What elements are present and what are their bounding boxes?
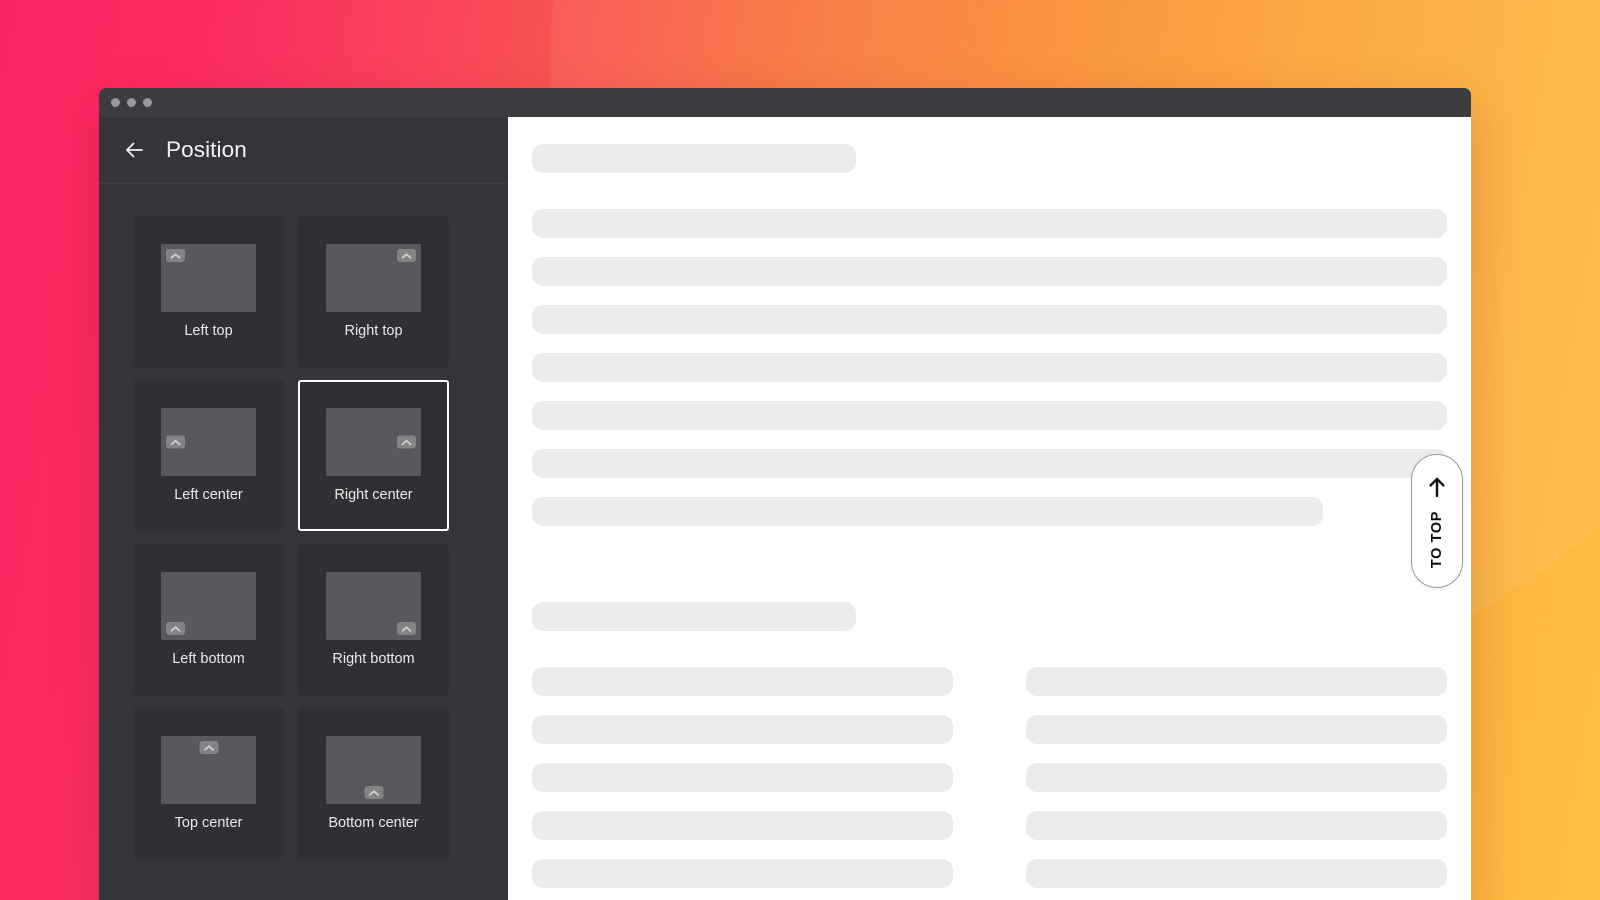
chevron-up-icon [166,249,185,263]
sidebar-scroll-area[interactable]: Left top Right top Left center Right center… [99,184,508,900]
position-card-label: Top center [174,815,243,832]
skeleton-text-bar [1026,667,1447,696]
position-card-top-center[interactable]: Top center [133,708,284,859]
position-card-label: Left center [174,487,243,504]
position-preview-thumbnail [161,244,256,313]
chevron-up-icon [166,435,185,449]
app-window: Position Left top Right top Left center Rig… [99,88,1471,900]
arrow-up-icon [1428,476,1446,503]
skeleton-text-bar [532,763,953,792]
skeleton-heading-bar [532,144,856,173]
position-card-label: Left bottom [172,651,245,668]
position-card-bottom-center[interactable]: Bottom center [298,708,449,859]
skeleton-text-bar-short [532,497,1323,526]
position-card-label: Right top [344,323,403,340]
arrow-left-icon [122,138,146,162]
window-body: Position Left top Right top Left center Rig… [99,117,1471,900]
page-title: Position [166,136,247,162]
two-column-skeleton [532,667,1447,900]
close-dot[interactable] [111,98,120,107]
skeleton-text-bar [532,305,1447,334]
position-card-right-bottom[interactable]: Right bottom [298,544,449,695]
chevron-up-icon [166,622,185,636]
to-top-button[interactable]: TO TOP [1411,454,1463,588]
back-button[interactable] [121,137,147,163]
position-card-left-center[interactable]: Left center [133,380,284,531]
position-card-left-bottom[interactable]: Left bottom [133,544,284,695]
skeleton-text-bar [532,401,1447,430]
skeleton-text-bar [532,209,1447,238]
minimize-dot[interactable] [127,98,136,107]
sidebar-header: Position [99,117,508,184]
position-card-right-center[interactable]: Right center [298,380,449,531]
maximize-dot[interactable] [143,98,152,107]
skeleton-text-bar [532,715,953,744]
chevron-up-icon [397,435,416,449]
position-preview-thumbnail [326,408,421,477]
chevron-up-icon [397,249,416,263]
skeleton-text-bar [532,859,953,888]
window-titlebar [99,88,1471,117]
skeleton-text-bar [532,257,1447,286]
chevron-up-icon [199,741,218,755]
chevron-up-icon [397,622,416,636]
skeleton-heading-bar [532,602,856,631]
position-preview-thumbnail [326,572,421,641]
position-card-label: Left top [184,323,233,340]
content-preview-area: TO TOP [508,117,1471,900]
skeleton-text-bar [532,449,1447,478]
skeleton-text-bar [1026,763,1447,792]
position-card-label: Right bottom [332,651,415,668]
skeleton-text-bar [532,353,1447,382]
skeleton-column-left [532,667,953,900]
skeleton-text-bar [1026,715,1447,744]
skeleton-column-right [1026,667,1447,900]
position-preview-thumbnail [161,572,256,641]
position-preview-thumbnail [326,244,421,313]
position-preview-thumbnail [161,736,256,805]
position-card-label: Right center [334,487,413,504]
position-card-left-top[interactable]: Left top [133,216,284,367]
skeleton-text-bar [532,667,953,696]
position-preview-thumbnail [326,736,421,805]
skeleton-text-bar [532,811,953,840]
chevron-up-icon [364,786,383,800]
position-card-label: Bottom center [328,815,419,832]
to-top-label: TO TOP [1428,510,1445,569]
position-option-grid: Left top Right top Left center Right center… [133,216,474,859]
skeleton-text-bar [1026,859,1447,888]
position-preview-thumbnail [161,408,256,477]
position-card-right-top[interactable]: Right top [298,216,449,367]
settings-sidebar: Position Left top Right top Left center Rig… [99,117,508,900]
skeleton-text-bar [1026,811,1447,840]
